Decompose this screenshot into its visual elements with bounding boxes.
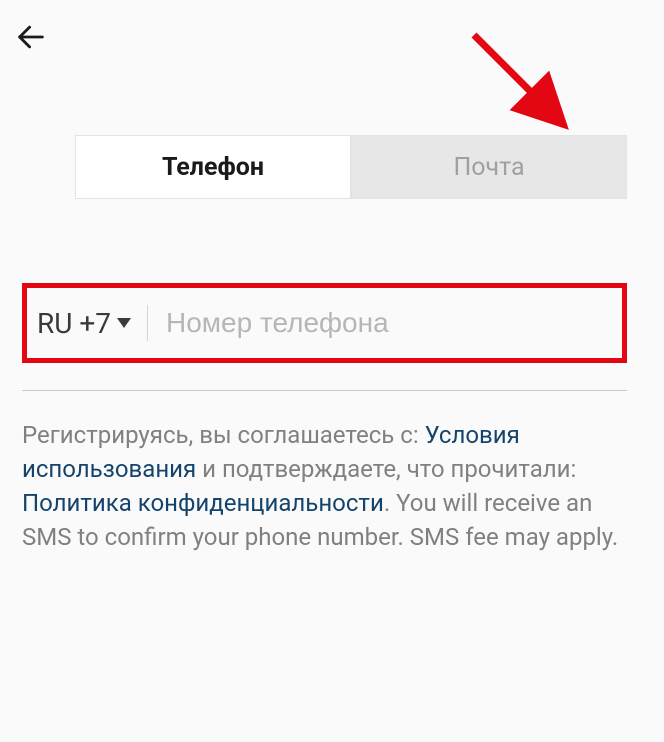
tab-phone[interactable]: Телефон xyxy=(75,135,351,199)
back-button[interactable] xyxy=(14,20,48,58)
privacy-link[interactable]: Политика конфиденциальности xyxy=(22,489,384,517)
tab-email[interactable]: Почта xyxy=(351,135,627,199)
phone-input-row: RU +7 xyxy=(22,283,627,363)
country-code-selector[interactable]: RU +7 xyxy=(37,307,131,340)
horizontal-divider xyxy=(22,390,627,391)
vertical-divider xyxy=(147,305,148,341)
consent-paragraph: Регистрируясь, вы соглашаетесь с: Услови… xyxy=(22,418,627,554)
chevron-down-icon xyxy=(117,318,131,328)
consent-text-1: Регистрируясь, вы соглашаетесь с: xyxy=(22,421,425,449)
tab-email-label: Почта xyxy=(453,153,524,182)
back-arrow-icon xyxy=(14,20,48,54)
phone-number-input[interactable] xyxy=(166,307,612,339)
country-code-label: RU +7 xyxy=(37,307,111,340)
annotation-arrow xyxy=(464,30,584,144)
tab-phone-label: Телефон xyxy=(162,153,264,182)
consent-text-2: и подтверждаете, что прочитали: xyxy=(196,455,576,483)
tabs-container: Телефон Почта xyxy=(75,135,627,199)
